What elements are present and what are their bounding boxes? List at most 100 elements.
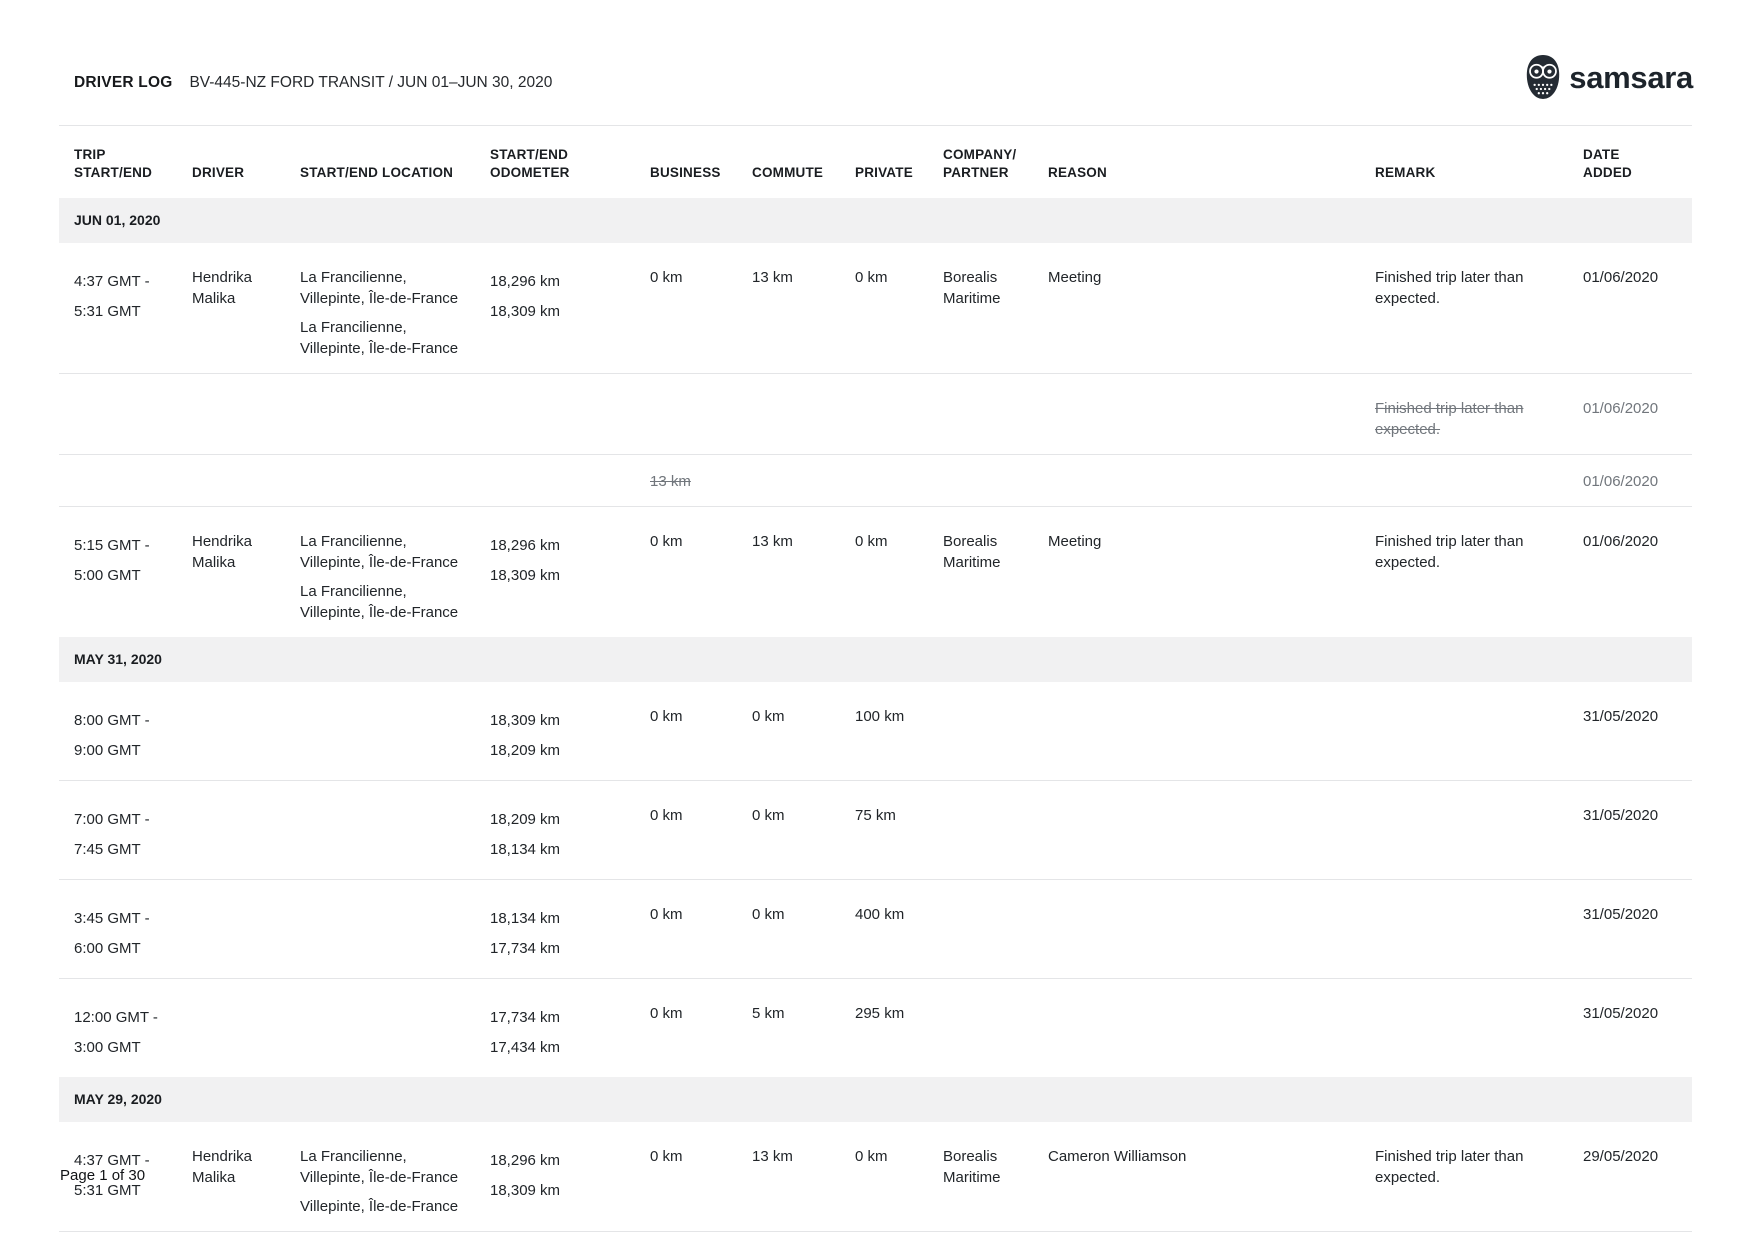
cell-remark xyxy=(1375,455,1583,507)
cell-date_added: 01/06/2020 xyxy=(1583,374,1692,455)
cell-driver xyxy=(192,374,300,455)
cell-company xyxy=(943,781,1048,880)
table-row: 4:37 GMT -5:31 GMTHendrika MalikaLa Fran… xyxy=(59,1122,1692,1232)
cell-date_added: 01/06/2020 xyxy=(1583,455,1692,507)
cell-commute: 0 km xyxy=(752,781,855,880)
cell-remark: Finished trip later than expected. xyxy=(1375,243,1583,374)
cell-company: Borealis Maritime xyxy=(943,507,1048,638)
table-body: JUN 01, 20204:37 GMT -5:31 GMTHendrika M… xyxy=(59,198,1692,1232)
cell-reason xyxy=(1048,880,1375,979)
column-header-reason: REASON xyxy=(1048,126,1375,199)
page-footer: Page 1 of 30 xyxy=(60,1167,145,1184)
cell-date_added: 01/06/2020 xyxy=(1583,243,1692,374)
cell-location xyxy=(300,455,490,507)
section-row: MAY 29, 2020 xyxy=(59,1077,1692,1122)
page-title: DRIVER LOG xyxy=(74,74,172,91)
cell-remark xyxy=(1375,781,1583,880)
table-row: 4:37 GMT -5:31 GMTHendrika MalikaLa Fran… xyxy=(59,243,1692,374)
table-row: 12:00 GMT -3:00 GMT 17,734 km17,434 km0 k… xyxy=(59,979,1692,1078)
cell-business: 0 km xyxy=(650,979,752,1078)
cell-private: 400 km xyxy=(855,880,943,979)
cell-reason: Meeting xyxy=(1048,507,1375,638)
cell-business: 13 km xyxy=(650,455,752,507)
cell-driver xyxy=(192,781,300,880)
cell-odometer xyxy=(490,374,650,455)
cell-reason xyxy=(1048,374,1375,455)
cell-company: Borealis Maritime xyxy=(943,243,1048,374)
cell-location: La Francilienne, Villepinte, Île-de-Fran… xyxy=(300,1122,490,1232)
driver-log-page: DRIVER LOG BV-445-NZ FORD TRANSIT / JUN 0… xyxy=(0,0,1754,1239)
cell-reason xyxy=(1048,682,1375,781)
cell-reason xyxy=(1048,455,1375,507)
table-row: 7:00 GMT -7:45 GMT18,209 km18,134 km0 km… xyxy=(59,781,1692,880)
cell-private: 0 km xyxy=(855,1122,943,1232)
cell-driver xyxy=(192,979,300,1078)
cell-private: 100 km xyxy=(855,682,943,781)
cell-trip: 7:00 GMT -7:45 GMT xyxy=(59,781,192,880)
cell-business: 0 km xyxy=(650,1122,752,1232)
section-date: JUN 01, 2020 xyxy=(59,198,1692,243)
cell-date_added: 31/05/2020 xyxy=(1583,880,1692,979)
cell-odometer: 17,734 km17,434 km xyxy=(490,979,650,1078)
cell-remark: Finished trip later than expected. xyxy=(1375,507,1583,638)
report-subtitle: BV-445-NZ FORD TRANSIT / JUN 01–JUN 30, … xyxy=(189,74,552,91)
report-header: DRIVER LOG BV-445-NZ FORD TRANSIT / JUN 0… xyxy=(74,74,552,92)
cell-business: 0 km xyxy=(650,781,752,880)
cell-driver xyxy=(192,682,300,781)
cell-driver: Hendrika Malika xyxy=(192,243,300,374)
column-header-location: START/END LOCATION xyxy=(300,126,490,199)
cell-remark: Finished trip later than expected. xyxy=(1375,374,1583,455)
table-row: Finished trip later than expected.01/06/… xyxy=(59,374,1692,455)
cell-date_added: 01/06/2020 xyxy=(1583,507,1692,638)
column-header-remark: REMARK xyxy=(1375,126,1583,199)
column-header-company: COMPANY/PARTNER xyxy=(943,126,1048,199)
cell-location xyxy=(300,880,490,979)
cell-private: 0 km xyxy=(855,243,943,374)
cell-driver: Hendrika Malika xyxy=(192,507,300,638)
cell-odometer: 18,296 km18,309 km xyxy=(490,507,650,638)
cell-private: 295 km xyxy=(855,979,943,1078)
cell-reason: Cameron Williamson xyxy=(1048,1122,1375,1232)
cell-location xyxy=(300,979,490,1078)
section-date: MAY 29, 2020 xyxy=(59,1077,1692,1122)
cell-odometer: 18,296 km18,309 km xyxy=(490,1122,650,1232)
section-row: JUN 01, 2020 xyxy=(59,198,1692,243)
cell-business: 0 km xyxy=(650,243,752,374)
cell-trip xyxy=(59,374,192,455)
samsara-logo: samsara xyxy=(1524,54,1693,100)
cell-remark: Finished trip later than expected. xyxy=(1375,1122,1583,1232)
cell-commute: 13 km xyxy=(752,507,855,638)
table-row: 3:45 GMT -6:00 GMT18,134 km17,734 km0 km… xyxy=(59,880,1692,979)
cell-reason xyxy=(1048,781,1375,880)
owl-icon xyxy=(1524,54,1562,100)
cell-location xyxy=(300,682,490,781)
cell-company xyxy=(943,455,1048,507)
cell-company xyxy=(943,880,1048,979)
cell-private: 0 km xyxy=(855,507,943,638)
table-row: 5:15 GMT -5:00 GMTHendrika MalikaLa Fran… xyxy=(59,507,1692,638)
cell-business: 0 km xyxy=(650,682,752,781)
cell-remark xyxy=(1375,979,1583,1078)
cell-odometer: 18,309 km18,209 km xyxy=(490,682,650,781)
cell-commute xyxy=(752,374,855,455)
cell-remark xyxy=(1375,880,1583,979)
column-header-odometer: START/ENDODOMETER xyxy=(490,126,650,199)
cell-remark xyxy=(1375,682,1583,781)
section-date: MAY 31, 2020 xyxy=(59,637,1692,682)
cell-odometer: 18,296 km18,309 km xyxy=(490,243,650,374)
cell-trip: 8:00 GMT -9:00 GMT xyxy=(59,682,192,781)
cell-driver: Hendrika Malika xyxy=(192,1122,300,1232)
cell-date_added: 31/05/2020 xyxy=(1583,781,1692,880)
cell-location: La Francilienne, Villepinte, Île-de-Fran… xyxy=(300,507,490,638)
cell-odometer: 18,209 km18,134 km xyxy=(490,781,650,880)
cell-trip: 5:15 GMT -5:00 GMT xyxy=(59,507,192,638)
cell-company xyxy=(943,979,1048,1078)
cell-trip: 12:00 GMT -3:00 GMT xyxy=(59,979,192,1078)
column-header-driver: DRIVER xyxy=(192,126,300,199)
column-header-trip: TRIPSTART/END xyxy=(59,126,192,199)
table-header-row: TRIPSTART/ENDDRIVERSTART/END LOCATIONSTA… xyxy=(59,126,1692,199)
cell-commute: 0 km xyxy=(752,880,855,979)
column-header-commute: COMMUTE xyxy=(752,126,855,199)
table-row: 8:00 GMT -9:00 GMT 18,309 km18,209 km0 km… xyxy=(59,682,1692,781)
table-row: 13 km 01/06/2020 xyxy=(59,455,1692,507)
